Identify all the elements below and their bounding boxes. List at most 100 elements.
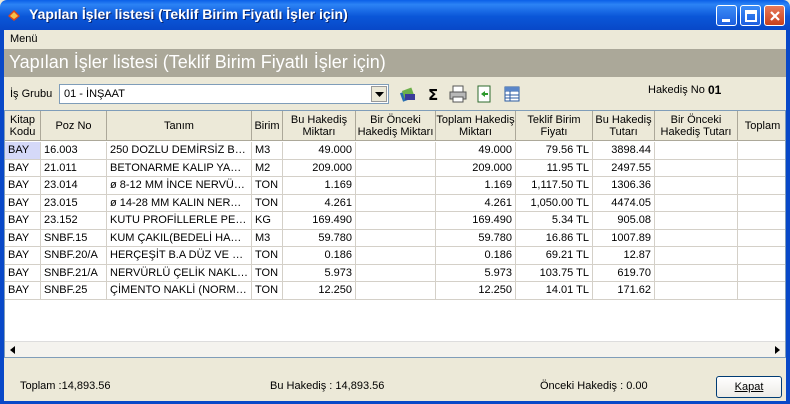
cell-bu-hakedis-tutari[interactable]: 171.62 [593,282,655,300]
close-button[interactable] [764,5,785,26]
column-header-kitap-kodu[interactable]: Kitap Kodu [5,111,41,141]
cell-tanim[interactable]: BETONARME KALIP YAPIL... [107,159,252,177]
cell-toplam[interactable] [738,247,785,265]
column-header-poz-no[interactable]: Poz No [41,111,107,141]
cell-onceki-hakedis-tutari[interactable] [655,282,738,300]
cell-onceki-hakedis-miktari[interactable] [356,159,436,177]
column-header-tanim[interactable]: Tanım [107,111,252,141]
cell-onceki-hakedis-tutari[interactable] [655,177,738,195]
cell-poz-no[interactable]: 23.014 [41,177,107,195]
cell-poz-no[interactable]: SNBF.20/A [41,247,107,265]
cell-onceki-hakedis-tutari[interactable] [655,212,738,230]
cell-bu-hakedis-tutari[interactable]: 4474.05 [593,194,655,212]
cell-onceki-hakedis-miktari[interactable] [356,264,436,282]
column-header-teklif-birim-fiyati[interactable]: Teklif Birim Fiyatı [516,111,593,141]
table-row[interactable]: BAY 23.152 KUTU PROFİLLERLE PENCE... KG 169.… [5,212,785,230]
cell-onceki-hakedis-miktari[interactable] [356,177,436,195]
cell-bu-hakedis-tutari[interactable]: 3898.44 [593,142,655,160]
cell-toplam[interactable] [738,160,785,177]
cell-onceki-hakedis-miktari[interactable] [356,142,436,160]
cell-bu-hakedis-miktari[interactable]: 5.973 [283,264,356,282]
cell-kitap-kodu[interactable]: BAY [5,247,41,265]
cell-birim[interactable]: M3 [252,229,283,247]
cell-toplam-hakedis-miktari[interactable]: 59.780 [436,229,516,247]
kapat-button[interactable]: Kapat [716,376,782,398]
cell-poz-no[interactable]: SNBF.21/A [41,264,107,282]
cell-toplam-hakedis-miktari[interactable]: 209.000 [436,159,516,177]
scroll-right-icon[interactable] [769,342,785,358]
column-header-birim[interactable]: Birim [252,111,283,141]
cell-birim[interactable]: TON [252,194,283,212]
cell-toplam[interactable] [738,142,785,160]
cell-birim[interactable]: TON [252,282,283,300]
cell-teklif-birim-fiyati[interactable]: 103.75 TL [516,264,593,282]
cell-kitap-kodu[interactable]: BAY [5,282,41,300]
cell-tanim[interactable]: 250 DOZLU DEMİRSİZ BETON [107,142,252,160]
cell-toplam-hakedis-miktari[interactable]: 0.186 [436,247,516,265]
cell-onceki-hakedis-miktari[interactable] [356,194,436,212]
cell-onceki-hakedis-tutari[interactable] [655,142,738,160]
table-row[interactable]: BAY SNBF.20/A HERÇEŞİT B.A DÜZ VE NE... TON… [5,247,785,265]
cell-birim[interactable]: TON [252,247,283,265]
cell-tanim[interactable]: KUTU PROFİLLERLE PENCE... [107,212,252,230]
minimize-button[interactable] [716,5,737,26]
column-header-onceki-hakedis-miktari[interactable]: Bir Önceki Hakediş Miktarı [356,111,436,141]
cell-poz-no[interactable]: SNBF.15 [41,229,107,247]
cell-tanim[interactable]: ø 14-28 MM KALIN NERVÜ... [107,194,252,212]
cell-bu-hakedis-miktari[interactable]: 59.780 [283,229,356,247]
cell-tanim[interactable]: ÇİMENTO NAKLİ (NORMAL) [107,282,252,300]
cell-birim[interactable]: KG [252,212,283,230]
cell-onceki-hakedis-tutari[interactable] [655,229,738,247]
cell-toplam-hakedis-miktari[interactable]: 12.250 [436,282,516,300]
cell-teklif-birim-fiyati[interactable]: 69.21 TL [516,247,593,265]
is-grubu-select[interactable]: 01 - İNŞAAT [59,84,389,104]
cell-kitap-kodu[interactable]: BAY [5,229,41,247]
column-header-toplam[interactable]: Toplam [738,111,785,141]
cell-tanim[interactable]: HERÇEŞİT B.A DÜZ VE NE... [107,247,252,265]
cell-poz-no[interactable]: 23.152 [41,212,107,230]
cell-bu-hakedis-miktari[interactable]: 0.186 [283,247,356,265]
cell-toplam[interactable] [738,282,785,300]
table-row[interactable]: BAY SNBF.15 KUM ÇAKIL(BEDELİ HARİÇ... M3 59.… [5,229,785,247]
cell-bu-hakedis-tutari[interactable]: 1007.89 [593,229,655,247]
cell-kitap-kodu[interactable]: BAY [5,142,41,160]
cell-toplam[interactable] [738,212,785,230]
cell-tanim[interactable]: ø 8-12 MM İNCE NERVÜRL... [107,177,252,195]
cell-bu-hakedis-tutari[interactable]: 619.70 [593,264,655,282]
cell-bu-hakedis-miktari[interactable]: 12.250 [283,282,356,300]
cell-onceki-hakedis-miktari[interactable] [356,212,436,230]
cell-bu-hakedis-miktari[interactable]: 1.169 [283,177,356,195]
cell-onceki-hakedis-tutari[interactable] [655,247,738,265]
table-row[interactable]: BAY 23.015 ø 14-28 MM KALIN NERVÜ... TON 4.2… [5,194,785,212]
cell-tanim[interactable]: KUM ÇAKIL(BEDELİ HARİÇ... [107,229,252,247]
cell-toplam[interactable] [738,230,785,247]
cell-kitap-kodu[interactable]: BAY [5,194,41,212]
books-icon[interactable] [398,84,418,104]
cell-poz-no[interactable]: SNBF.25 [41,282,107,300]
cell-toplam[interactable] [738,265,785,282]
column-header-toplam-hakedis-miktari[interactable]: Toplam Hakediş Miktarı [436,111,516,141]
cell-bu-hakedis-miktari[interactable]: 209.000 [283,159,356,177]
cell-toplam-hakedis-miktari[interactable]: 4.261 [436,194,516,212]
cell-toplam[interactable] [738,195,785,212]
cell-kitap-kodu[interactable]: BAY [5,264,41,282]
cell-birim[interactable]: M2 [252,159,283,177]
cell-bu-hakedis-tutari[interactable]: 1306.36 [593,177,655,195]
cell-teklif-birim-fiyati[interactable]: 79.56 TL [516,142,593,160]
cell-teklif-birim-fiyati[interactable]: 1,050.00 TL [516,194,593,212]
cell-teklif-birim-fiyati[interactable]: 16.86 TL [516,229,593,247]
cell-teklif-birim-fiyati[interactable]: 1,117.50 TL [516,177,593,195]
cell-bu-hakedis-miktari[interactable]: 4.261 [283,194,356,212]
column-header-bu-hakedis-miktari[interactable]: Bu Hakediş Miktarı [283,111,356,141]
cell-poz-no[interactable]: 21.011 [41,159,107,177]
table-row[interactable]: BAY SNBF.25 ÇİMENTO NAKLİ (NORMAL) TON 12.25… [5,282,785,300]
cell-toplam[interactable] [738,177,785,195]
cell-onceki-hakedis-miktari[interactable] [356,247,436,265]
cell-toplam-hakedis-miktari[interactable]: 49.000 [436,142,516,160]
scroll-left-icon[interactable] [5,342,21,358]
table-row[interactable]: BAY 23.014 ø 8-12 MM İNCE NERVÜRL... TON 1.1… [5,177,785,195]
cell-toplam-hakedis-miktari[interactable]: 5.973 [436,264,516,282]
cell-poz-no[interactable]: 23.015 [41,194,107,212]
printer-icon[interactable] [448,84,468,104]
cell-bu-hakedis-tutari[interactable]: 905.08 [593,212,655,230]
